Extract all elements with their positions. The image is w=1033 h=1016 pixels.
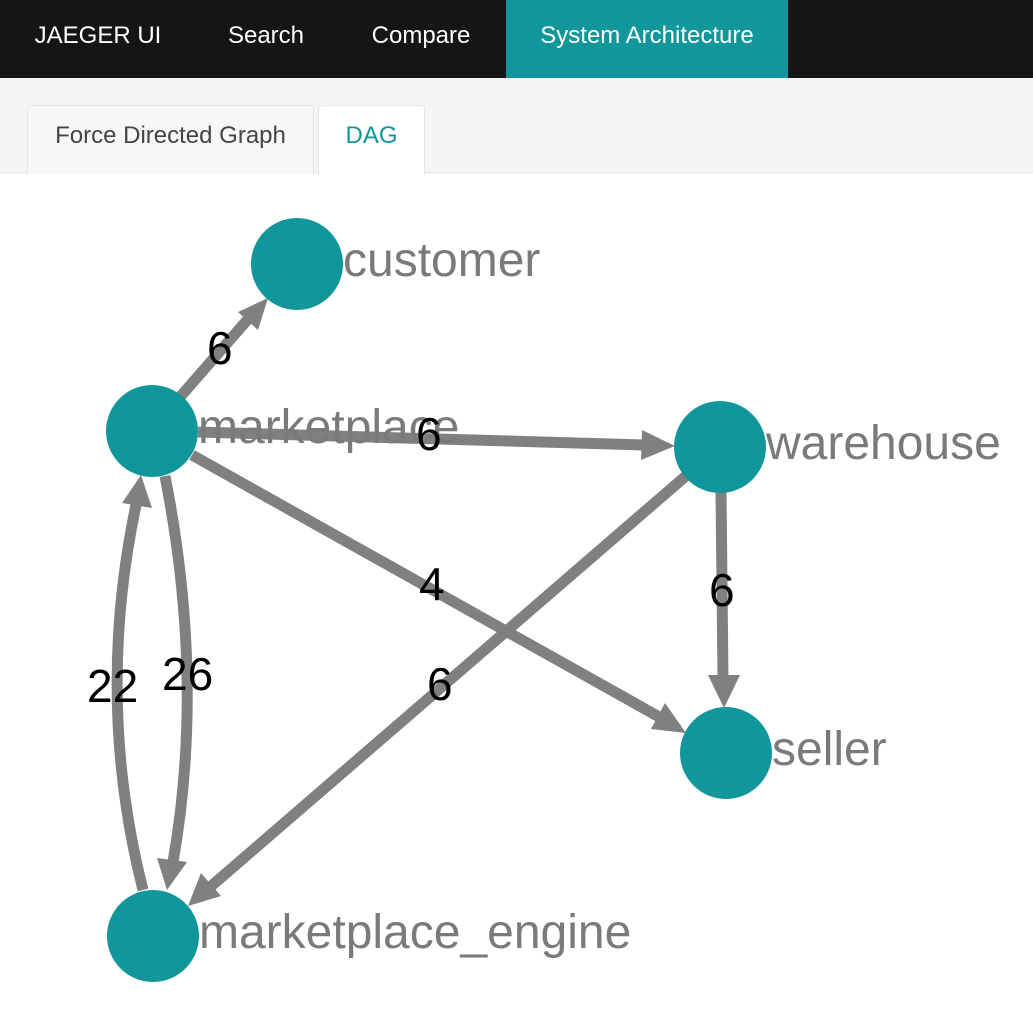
edge-label-marketplace-seller: 4 bbox=[419, 558, 445, 610]
edge-label-marketplace-customer: 6 bbox=[207, 322, 233, 374]
edge-label-marketplace-warehouse: 6 bbox=[416, 408, 442, 460]
node-warehouse[interactable] bbox=[674, 401, 766, 493]
edge-label-marketplace-engine-marketplace: 22 bbox=[87, 660, 138, 712]
dependency-graph[interactable]: customer marketplace warehouse seller ma… bbox=[0, 174, 1033, 1016]
node-customer[interactable] bbox=[251, 218, 343, 310]
dag-canvas[interactable]: customer marketplace warehouse seller ma… bbox=[0, 174, 1033, 1016]
nav-compare[interactable]: Compare bbox=[336, 0, 506, 78]
edge-arrowhead bbox=[122, 475, 152, 508]
tab-force-directed-graph[interactable]: Force Directed Graph bbox=[27, 105, 314, 174]
node-label-warehouse: warehouse bbox=[765, 417, 1001, 470]
node-label-customer: customer bbox=[343, 234, 540, 287]
edge-arrowhead bbox=[708, 675, 740, 708]
node-seller[interactable] bbox=[680, 707, 772, 799]
node-label-seller: seller bbox=[772, 723, 887, 776]
view-tabs: Force Directed Graph DAG bbox=[0, 78, 1033, 175]
node-label-marketplace-engine: marketplace_engine bbox=[199, 906, 631, 959]
node-marketplace[interactable] bbox=[106, 385, 198, 477]
edge-label-warehouse-seller: 6 bbox=[709, 564, 735, 616]
brand-link[interactable]: JAEGER UI bbox=[0, 0, 196, 78]
edge-label-marketplace-marketplace-engine: 26 bbox=[162, 648, 213, 700]
nav-system-architecture[interactable]: System Architecture bbox=[506, 0, 788, 78]
tab-dag[interactable]: DAG bbox=[318, 105, 425, 175]
top-navigation: JAEGER UI Search Compare System Architec… bbox=[0, 0, 1033, 78]
edge-label-warehouse-marketplace-engine: 6 bbox=[427, 658, 453, 710]
edge-arrowhead bbox=[641, 430, 675, 460]
edge-arrowhead bbox=[157, 858, 187, 890]
node-marketplace-engine[interactable] bbox=[107, 890, 199, 982]
nav-search[interactable]: Search bbox=[196, 0, 336, 78]
